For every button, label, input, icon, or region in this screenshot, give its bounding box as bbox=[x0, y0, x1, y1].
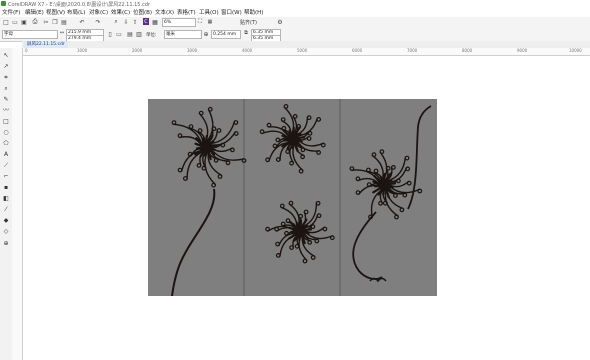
shape-tool-icon[interactable]: ↗ bbox=[2, 63, 10, 71]
freehand-tool-icon[interactable]: ✎ bbox=[2, 96, 10, 104]
current-page-icon[interactable]: ▥ bbox=[135, 30, 143, 38]
search-icon[interactable]: ⌕ bbox=[112, 18, 120, 26]
grid-toggle-icon[interactable]: ▦ bbox=[206, 18, 214, 26]
text-tool-icon[interactable]: A bbox=[2, 151, 10, 159]
menu-file[interactable]: 文件(F) bbox=[2, 8, 20, 16]
units-select[interactable]: 毫米 bbox=[164, 30, 202, 39]
menu-text[interactable]: 文本(X) bbox=[155, 8, 174, 16]
landscape-icon[interactable]: ▭ bbox=[115, 30, 123, 38]
menu-tools[interactable]: 工具(O) bbox=[199, 8, 219, 16]
new-icon[interactable]: □ bbox=[2, 18, 10, 26]
print-icon[interactable]: ⎙ bbox=[31, 18, 39, 26]
drop-shadow-icon[interactable]: ▪ bbox=[2, 184, 10, 192]
rectangle-tool-icon[interactable]: □ bbox=[2, 118, 10, 126]
options-icon[interactable]: ⚙ bbox=[276, 18, 284, 26]
ellipse-tool-icon[interactable]: ○ bbox=[2, 129, 10, 137]
ruler-tick: 9000 bbox=[517, 48, 528, 53]
zoom-tool-icon[interactable]: ⌕ bbox=[2, 85, 10, 93]
crop-tool-icon[interactable]: ⌗ bbox=[2, 74, 10, 82]
fullscreen-icon[interactable]: ⛶ bbox=[196, 18, 204, 26]
cut-icon[interactable]: ✂ bbox=[42, 18, 50, 26]
save-icon[interactable]: ▣ bbox=[20, 18, 28, 26]
menu-help[interactable]: 帮助(H) bbox=[244, 8, 263, 16]
menu-layout[interactable]: 布局(L) bbox=[67, 8, 85, 16]
horizontal-ruler: 0 1000 2000 3000 4000 5000 6000 7000 800… bbox=[22, 48, 590, 56]
flower-core bbox=[289, 135, 297, 143]
app-icon bbox=[1, 1, 6, 6]
ruler-tick: 10000 bbox=[569, 48, 582, 53]
ruler-tick: 3000 bbox=[187, 48, 198, 53]
units-label: 单位: bbox=[146, 33, 157, 38]
page-preset-select[interactable]: 字母 bbox=[2, 30, 58, 39]
nudge-icon: ⊕ bbox=[203, 30, 209, 38]
flower-core bbox=[380, 181, 388, 189]
menu-view[interactable]: 视图(V) bbox=[46, 8, 65, 16]
ruler-tick: 2000 bbox=[132, 48, 143, 53]
nudge-distance-field[interactable]: 0.254 mm bbox=[211, 30, 241, 39]
add-tool-icon[interactable]: ⊕ bbox=[2, 240, 10, 248]
menu-bitmaps[interactable]: 位图(B) bbox=[133, 8, 152, 16]
all-pages-icon[interactable]: ▤ bbox=[126, 30, 134, 38]
ruler-tick: 7000 bbox=[407, 48, 418, 53]
ruler-tick: 1000 bbox=[77, 48, 88, 53]
open-icon[interactable]: ▭ bbox=[11, 18, 19, 26]
ruler-tick: 4000 bbox=[242, 48, 253, 53]
launcher-icon[interactable]: ▦ bbox=[151, 18, 159, 26]
copy-icon[interactable]: ❐ bbox=[51, 18, 59, 26]
duplicate-distance-icon: ⧉ bbox=[244, 30, 248, 36]
screen-artwork[interactable] bbox=[148, 99, 437, 296]
paste-icon[interactable]: ▤ bbox=[60, 18, 68, 26]
corel-connect-icon[interactable]: C bbox=[143, 18, 149, 25]
polygon-tool-icon[interactable]: ⬠ bbox=[2, 140, 10, 148]
menu-window[interactable]: 窗口(W) bbox=[221, 8, 242, 16]
import-icon[interactable]: ⇩ bbox=[122, 18, 130, 26]
undo-icon[interactable]: ↶ bbox=[78, 18, 86, 26]
interactive-fill-icon[interactable]: ◆ bbox=[2, 217, 10, 225]
parallel-dimension-icon[interactable]: ⟋ bbox=[2, 162, 10, 170]
smart-fill-icon[interactable]: ◇ bbox=[2, 228, 10, 236]
flower-core bbox=[296, 227, 304, 235]
width-icon: ↔ bbox=[59, 30, 65, 36]
flower-core bbox=[202, 143, 210, 151]
connector-tool-icon[interactable]: ⌐ bbox=[2, 173, 10, 181]
tab-document[interactable]: 屏风22.11.15.cdr bbox=[24, 41, 68, 48]
eyedropper-icon[interactable]: ⁄ bbox=[2, 206, 10, 214]
zoom-level-select[interactable]: 6% bbox=[162, 18, 196, 27]
pick-tool-icon[interactable]: ↖ bbox=[2, 52, 10, 60]
menu-object[interactable]: 对象(C) bbox=[89, 8, 108, 16]
menu-bar: 文件(F) 编辑(E) 视图(V) 布局(L) 对象(C) 效果(C) 位图(B… bbox=[0, 8, 590, 17]
menu-edit[interactable]: 编辑(E) bbox=[25, 8, 44, 16]
export-icon[interactable]: ⇧ bbox=[131, 18, 139, 26]
menu-table[interactable]: 表格(T) bbox=[177, 8, 196, 16]
ruler-tick: 6000 bbox=[352, 48, 363, 53]
window-title: CorelDRAW X7 - E:\桌面\2020.0.8\图设计\屏风22.1… bbox=[8, 2, 151, 8]
ruler-tick: 8000 bbox=[462, 48, 473, 53]
vertical-ruler bbox=[12, 48, 23, 360]
ruler-tick: 0 bbox=[25, 48, 28, 53]
portrait-icon[interactable]: ▯ bbox=[106, 30, 114, 38]
redo-icon[interactable]: ↷ bbox=[94, 18, 102, 26]
property-bar: 字母 ↔ 215.9 mm 279.4 mm ▯ ▭ ▤ ▥ 单位: 毫米 ⊕ … bbox=[0, 28, 590, 42]
artistic-media-icon[interactable]: 〰 bbox=[2, 107, 10, 115]
transparency-icon[interactable]: ◧ bbox=[2, 195, 10, 203]
title-bar: CorelDRAW X7 - E:\桌面\2020.0.8\图设计\屏风22.1… bbox=[0, 0, 590, 8]
ruler-tick: 5000 bbox=[297, 48, 308, 53]
menu-effects[interactable]: 效果(C) bbox=[111, 8, 130, 16]
snap-to-dropdown[interactable]: 贴齐(T) bbox=[240, 19, 257, 26]
